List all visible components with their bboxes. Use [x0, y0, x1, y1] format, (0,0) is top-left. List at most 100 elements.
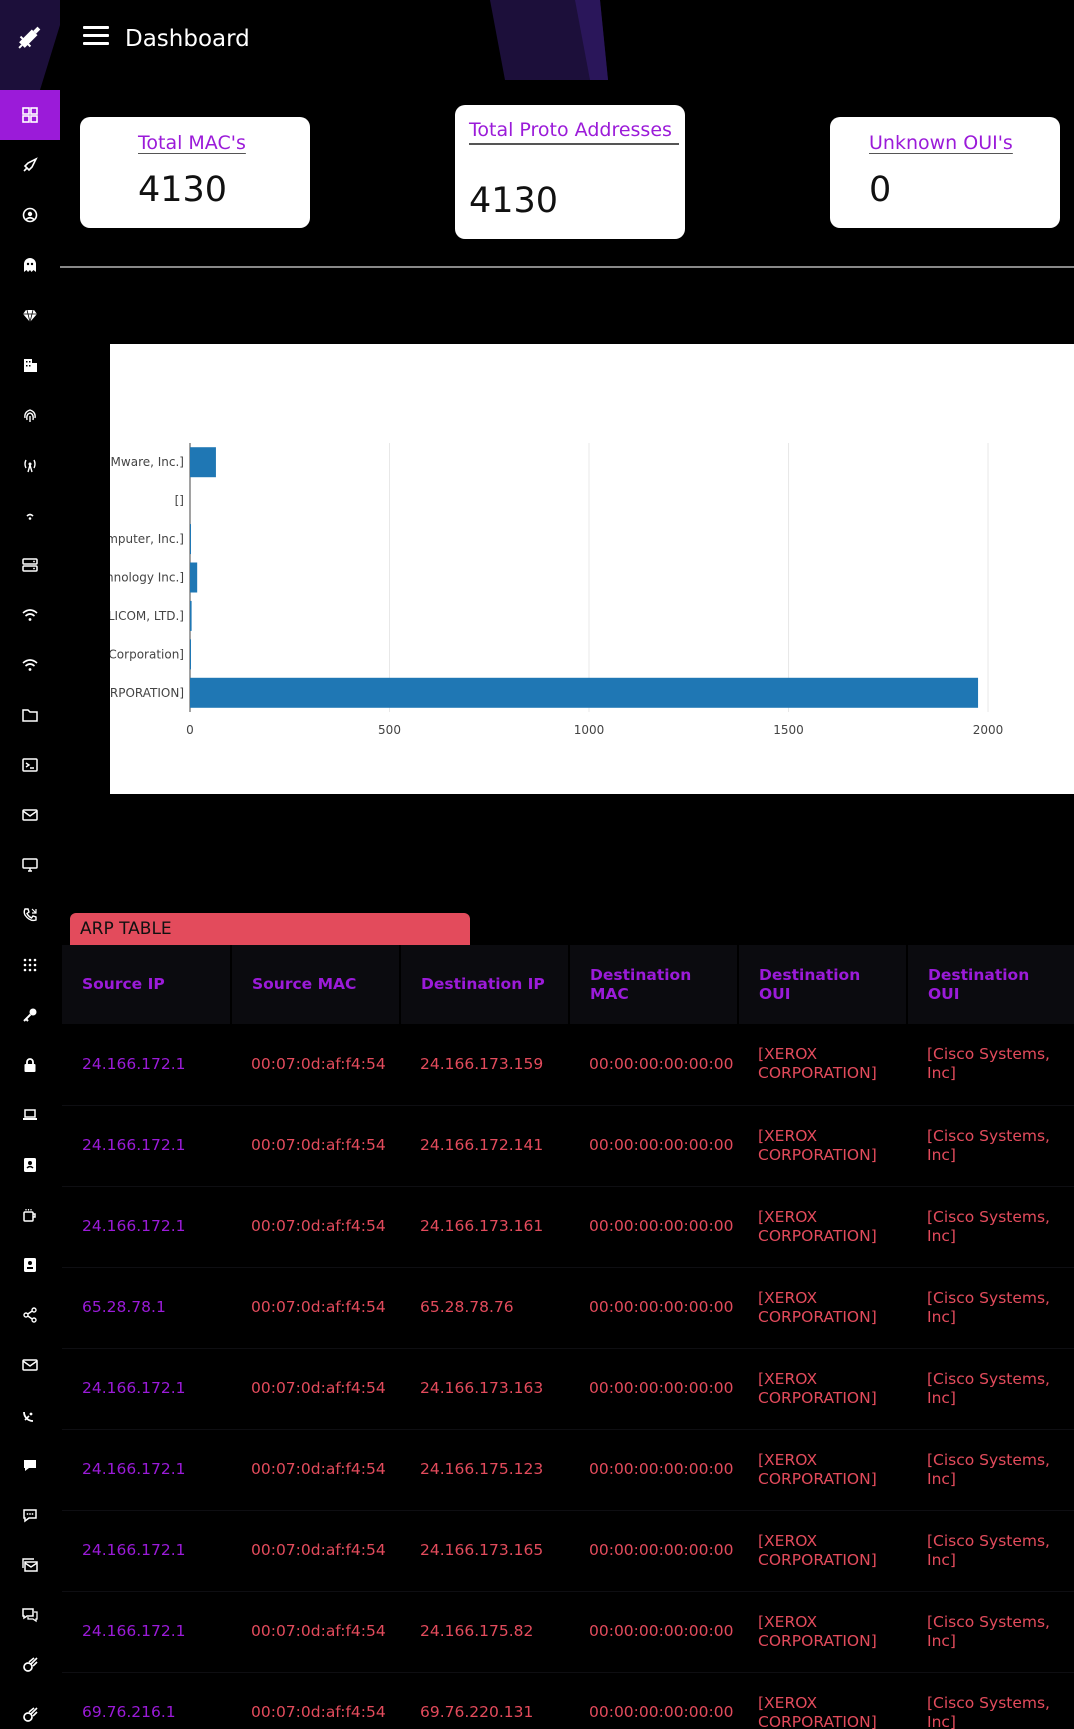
sidebar-item-share[interactable]	[0, 1290, 60, 1340]
table-cell: [Cisco Systems, Inc]	[907, 1105, 1074, 1187]
sidebar-item-mail[interactable]	[0, 790, 60, 840]
table-row[interactable]: 24.166.172.1 00:07:0d:af:f4:54 24.166.175.…	[62, 1591, 1074, 1673]
coffee-icon	[23, 1209, 36, 1222]
arp-table: Source IP Source MAC Destination IP Destina…	[62, 945, 1074, 1729]
sidebar-item-meteor[interactable]	[0, 1690, 60, 1729]
table-cell: 00:00:00:00:00:00	[569, 1024, 738, 1106]
sidebar-item-building[interactable]	[0, 340, 60, 390]
column-header[interactable]: Source MAC	[231, 945, 401, 1024]
mail-bulk-icon	[22, 1558, 38, 1572]
sidebar-item-fingerprint[interactable]	[0, 390, 60, 440]
x-tick-label: 0	[186, 723, 194, 737]
table-row[interactable]: 24.166.172.1 00:07:0d:af:f4:54 24.166.175.…	[62, 1429, 1074, 1511]
sidebar-item-contact-card[interactable]	[0, 1240, 60, 1290]
sidebar-item-wifi[interactable]	[0, 640, 60, 690]
sidebar-item-key[interactable]	[0, 990, 60, 1040]
sidebar-item-rocket[interactable]	[0, 140, 60, 190]
sidebar-item-id-badge[interactable]	[0, 1140, 60, 1190]
table-cell: 24.166.172.1	[62, 1105, 231, 1187]
app-logo[interactable]	[0, 0, 60, 90]
chart-svg: 0 500 1000 1500 2000 Mware, Inc.] [] mputer, In…	[110, 443, 1004, 737]
sidebar-item-wifi-small[interactable]	[0, 490, 60, 540]
wifi-icon	[22, 609, 38, 621]
sidebar-item-mail-bulk[interactable]	[0, 1540, 60, 1590]
sidebar-item-user-circle[interactable]	[0, 190, 60, 240]
sidebar-item-server[interactable]	[0, 540, 60, 590]
table-row[interactable]: 24.166.172.1 00:07:0d:af:f4:54 24.166.173.…	[62, 1348, 1074, 1430]
rocket-icon	[23, 157, 38, 172]
table-cell: [XEROX CORPORATION]	[738, 1186, 907, 1268]
sidebar-item-ghost[interactable]	[0, 240, 60, 290]
table-cell: [Cisco Systems, Inc]	[907, 1348, 1074, 1430]
table-cell: 24.166.175.82	[400, 1591, 569, 1673]
sidebar-item-comments[interactable]	[0, 1590, 60, 1640]
table-cell: 00:07:0d:af:f4:54	[231, 1429, 400, 1511]
comments-icon	[22, 1608, 38, 1623]
top-bar: Dashboard	[60, 0, 1074, 80]
table-cell: [XEROX CORPORATION]	[738, 1348, 907, 1430]
table-cell: 00:07:0d:af:f4:54	[231, 1267, 400, 1349]
column-header[interactable]: Destination MAC	[569, 945, 739, 1024]
arp-table-tab[interactable]: ARP TABLE	[70, 913, 470, 946]
table-row[interactable]: 24.166.172.1 00:07:0d:af:f4:54 24.166.173.…	[62, 1186, 1074, 1268]
mail-icon	[22, 809, 38, 821]
table-cell: [XEROX CORPORATION]	[738, 1024, 907, 1106]
table-cell: [Cisco Systems, Inc]	[907, 1267, 1074, 1349]
sidebar-item-gem[interactable]	[0, 290, 60, 340]
table-cell: [Cisco Systems, Inc]	[907, 1591, 1074, 1673]
total-proto-link[interactable]: Total Proto Addresses	[469, 118, 679, 145]
table-cell: [XEROX CORPORATION]	[738, 1510, 907, 1592]
sidebar-item-dashboard-grid[interactable]	[0, 90, 60, 140]
sidebar-item-terminal[interactable]	[0, 740, 60, 790]
table-row[interactable]: 65.28.78.1 00:07:0d:af:f4:54 65.28.78.76 00…	[62, 1267, 1074, 1349]
folder-icon	[22, 709, 38, 722]
contact-card-icon	[24, 1258, 36, 1272]
unknown-oui-link[interactable]: Unknown OUI's	[869, 132, 1013, 154]
table-cell: 24.166.173.163	[400, 1348, 569, 1430]
x-tick-label: 2000	[973, 723, 1004, 737]
column-header[interactable]: Destination IP	[400, 945, 570, 1024]
column-header[interactable]: Source IP	[62, 945, 232, 1024]
table-row[interactable]: 24.166.172.1 00:07:0d:af:f4:54 24.166.173.…	[62, 1024, 1074, 1106]
y-tick-label: []	[175, 494, 184, 508]
sidebar-item-mail[interactable]	[0, 1340, 60, 1390]
sidebar-item-comment[interactable]	[0, 1440, 60, 1490]
table-cell: 00:00:00:00:00:00	[569, 1267, 738, 1349]
table-row[interactable]: 69.76.216.1 00:07:0d:af:f4:54 69.76.220.13…	[62, 1672, 1074, 1729]
sidebar-item-satellite-dish[interactable]	[0, 1390, 60, 1440]
column-header[interactable]: Destination OUI	[907, 945, 1074, 1024]
total-macs-link[interactable]: Total MAC's	[138, 132, 246, 154]
table-cell: 00:00:00:00:00:00	[569, 1510, 738, 1592]
mail-icon	[22, 1359, 38, 1371]
y-tick-label: LICOM, LTD.]	[110, 609, 184, 623]
unknown-oui-value: 0	[869, 170, 892, 210]
table-cell: 00:00:00:00:00:00	[569, 1186, 738, 1268]
sidebar-item-coffee[interactable]	[0, 1190, 60, 1240]
sidebar-item-lock[interactable]	[0, 1040, 60, 1090]
sidebar-item-phone[interactable]	[0, 890, 60, 940]
bar	[190, 677, 979, 708]
sidebar	[0, 0, 60, 1729]
table-cell: 24.166.173.165	[400, 1510, 569, 1592]
id-badge-icon	[24, 1158, 36, 1172]
sidebar-item-desktop[interactable]	[0, 840, 60, 890]
table-row[interactable]: 24.166.172.1 00:07:0d:af:f4:54 24.166.173.…	[62, 1510, 1074, 1592]
table-cell: 69.76.216.1	[62, 1672, 231, 1729]
x-tick-label: 1000	[574, 723, 605, 737]
sidebar-item-folder[interactable]	[0, 690, 60, 740]
column-header[interactable]: Destination OUI	[738, 945, 908, 1024]
sidebar-item-keypad[interactable]	[0, 940, 60, 990]
menu-toggle-icon[interactable]	[83, 26, 109, 48]
table-cell: 00:07:0d:af:f4:54	[231, 1510, 400, 1592]
sidebar-item-laptop[interactable]	[0, 1090, 60, 1140]
share-icon	[23, 1307, 37, 1323]
bar	[190, 447, 216, 478]
sidebar-item-meteor[interactable]	[0, 1640, 60, 1690]
sidebar-item-wifi[interactable]	[0, 590, 60, 640]
sidebar-item-broadcast-tower[interactable]	[0, 440, 60, 490]
table-cell: 24.166.172.1	[62, 1510, 231, 1592]
table-row[interactable]: 24.166.172.1 00:07:0d:af:f4:54 24.166.172.…	[62, 1105, 1074, 1187]
sidebar-item-comment-dots[interactable]	[0, 1490, 60, 1540]
comment-icon	[24, 1460, 36, 1471]
table-cell: [XEROX CORPORATION]	[738, 1591, 907, 1673]
